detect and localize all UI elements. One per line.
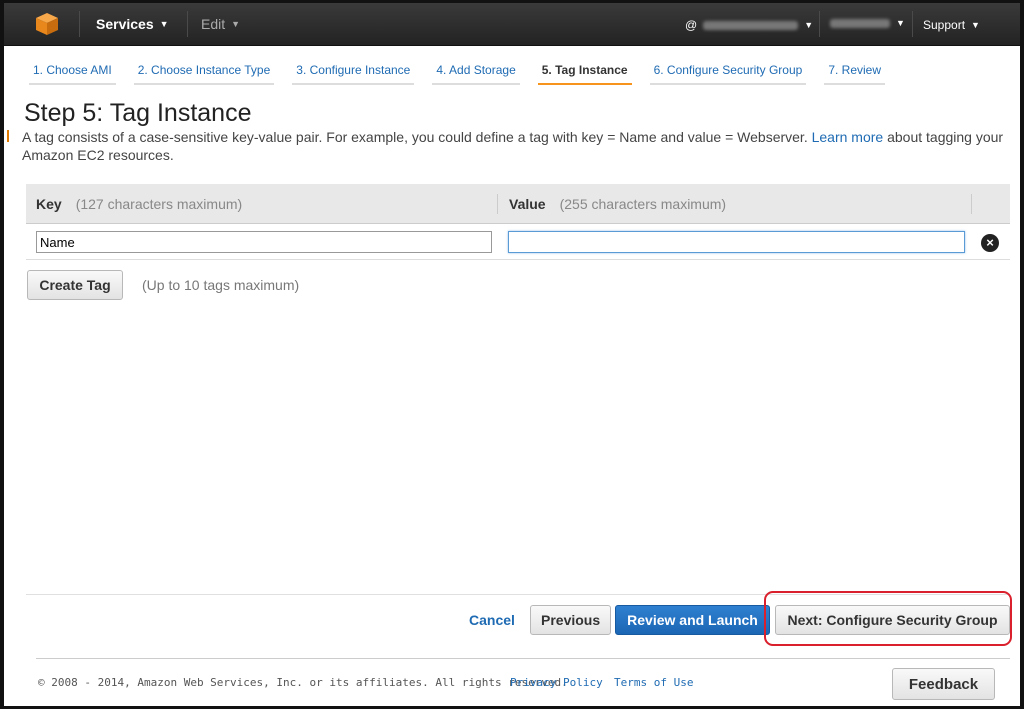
tag-key-input[interactable]	[36, 231, 492, 253]
support-menu[interactable]: Support ▼	[923, 18, 980, 32]
edit-menu[interactable]: Edit ▼	[201, 16, 240, 32]
nav-divider	[912, 11, 913, 37]
wizard-step-7[interactable]: 7. Review	[824, 51, 885, 85]
remove-tag-icon[interactable]: ×	[981, 234, 999, 252]
wizard-step-2[interactable]: 2. Choose Instance Type	[133, 51, 275, 85]
nav-divider	[187, 11, 188, 37]
account-menu[interactable]: @ ▼	[685, 18, 813, 32]
learn-more-link[interactable]: Learn more	[812, 129, 884, 145]
wizard-steps: 1. Choose AMI 2. Choose Instance Type 3. C…	[20, 51, 894, 85]
tag-limit-hint: (Up to 10 tags maximum)	[142, 277, 300, 293]
page-description: A tag consists of a case-sensitive key-v…	[22, 128, 1007, 164]
aws-logo-icon[interactable]	[34, 11, 60, 37]
services-label: Services	[96, 16, 154, 32]
privacy-policy-link[interactable]: Privacy Policy	[510, 676, 603, 689]
wizard-step-4[interactable]: 4. Add Storage	[432, 51, 520, 85]
account-prefix: @	[685, 18, 698, 32]
nav-divider	[79, 11, 80, 37]
region-redacted	[830, 18, 890, 28]
services-menu[interactable]: Services ▼	[96, 16, 169, 32]
top-nav: Services ▼ Edit ▼ @ ▼ ▼ Support ▼	[4, 3, 1020, 46]
wizard-step-6[interactable]: 6. Configure Security Group	[649, 51, 807, 85]
key-column-header: Key (127 characters maximum)	[36, 196, 243, 212]
chevron-down-icon: ▼	[159, 19, 169, 29]
edge-marker	[7, 130, 9, 142]
support-label: Support	[923, 18, 966, 32]
tags-table-header: Key (127 characters maximum) Value (255 ch…	[26, 184, 1010, 224]
app-window: Services ▼ Edit ▼ @ ▼ ▼ Support ▼ 1. Cho…	[0, 0, 1024, 709]
create-tag-button[interactable]: Create Tag	[27, 270, 123, 300]
table-row: ×	[26, 225, 1010, 260]
chevron-down-icon: ▼	[971, 20, 980, 30]
column-divider	[497, 194, 498, 214]
terms-of-use-link[interactable]: Terms of Use	[614, 676, 693, 689]
footer-divider	[36, 658, 1010, 659]
cancel-link[interactable]: Cancel	[469, 612, 515, 628]
previous-button[interactable]: Previous	[530, 605, 611, 635]
copyright-text: © 2008 - 2014, Amazon Web Services, Inc.…	[38, 676, 568, 689]
annotation-highlight-box	[764, 591, 1012, 646]
feedback-button[interactable]: Feedback	[892, 668, 995, 700]
tag-value-input[interactable]	[508, 231, 965, 253]
chevron-down-icon: ▼	[231, 19, 241, 29]
region-menu[interactable]: ▼	[830, 18, 905, 28]
page-title: Step 5: Tag Instance	[24, 99, 252, 127]
account-id-redacted	[703, 20, 799, 30]
wizard-step-1[interactable]: 1. Choose AMI	[29, 51, 116, 85]
review-and-launch-button[interactable]: Review and Launch	[615, 605, 770, 635]
description-text: A tag consists of a case-sensitive key-v…	[22, 129, 812, 145]
wizard-step-3[interactable]: 3. Configure Instance	[292, 51, 415, 85]
chevron-down-icon: ▼	[804, 20, 814, 30]
column-divider	[971, 194, 972, 214]
value-column-header: Value (255 characters maximum)	[509, 196, 727, 212]
edit-label: Edit	[201, 16, 226, 32]
chevron-down-icon: ▼	[896, 18, 905, 28]
wizard-step-5[interactable]: 5. Tag Instance	[537, 51, 632, 85]
nav-divider	[819, 11, 820, 37]
